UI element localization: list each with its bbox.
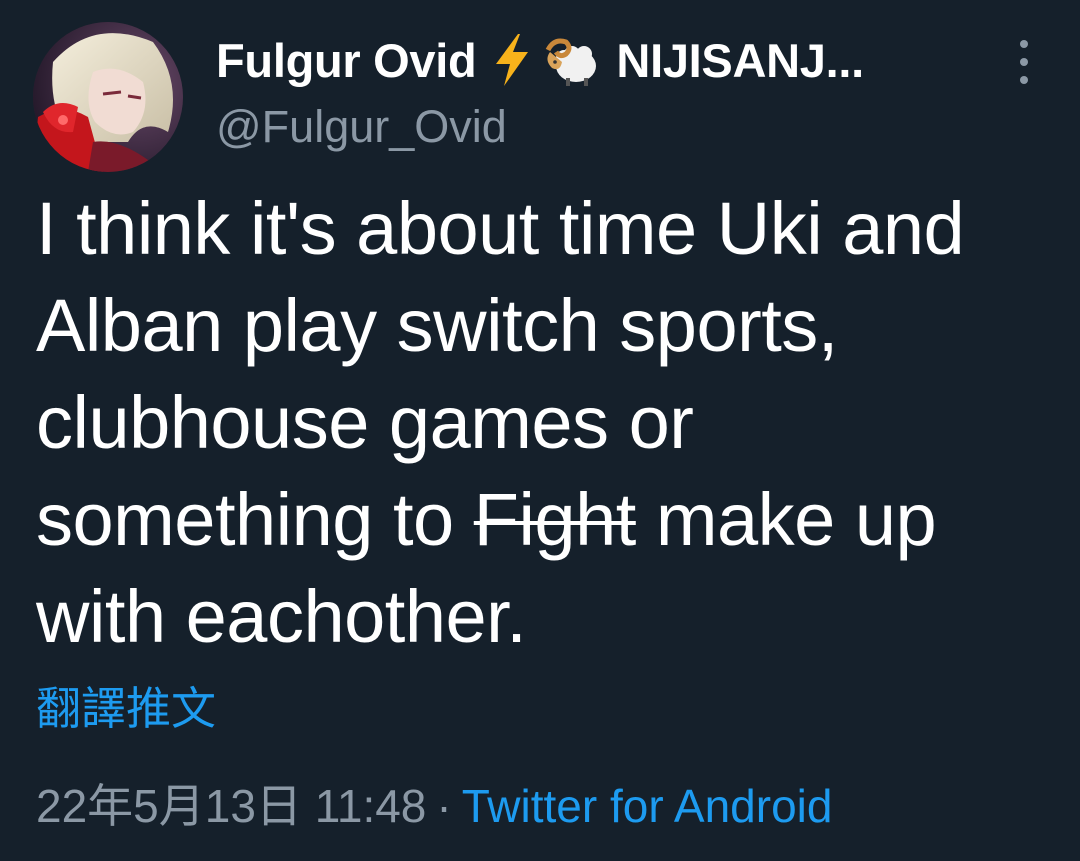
separator: · — [436, 780, 452, 832]
avatar[interactable] — [33, 22, 183, 172]
lightning-emoji-icon — [490, 32, 534, 88]
source-link[interactable]: Twitter for Android — [462, 780, 833, 832]
tweet-text-line: clubhouse games or — [36, 381, 694, 464]
ram-emoji-icon — [542, 32, 600, 88]
user-handle[interactable]: @Fulgur_Ovid — [216, 101, 507, 153]
display-name-suffix[interactable]: NIJISANJ... — [616, 33, 864, 88]
display-name[interactable]: Fulgur Ovid — [216, 33, 477, 88]
tweet-text-segment: something to — [36, 478, 474, 561]
tweet-text-line: with eachother. — [36, 575, 527, 658]
tweet-metadata: 22年5月13日 11:48 · Twitter for Android — [36, 770, 832, 836]
more-options-icon[interactable] — [1004, 40, 1044, 84]
display-name-row[interactable]: Fulgur Ovid NIJISANJ... — [216, 28, 864, 92]
tweet-text-segment: make up — [635, 478, 937, 561]
translate-tweet-link[interactable]: 翻譯推文 — [36, 672, 216, 737]
tweet-text: I think it's about time Uki and Alban pl… — [36, 180, 1046, 665]
avatar-image — [33, 22, 183, 172]
tweet-text-line: something to Fight make up — [36, 471, 1046, 568]
tweet-text-line: I think it's about time Uki and — [36, 187, 965, 270]
timestamp[interactable]: 22年5月13日 11:48 — [36, 780, 426, 832]
tweet: Fulgur Ovid NIJISANJ... @Fulgur_Ovid I t… — [0, 0, 1080, 861]
tweet-text-line: Alban play switch sports, — [36, 284, 838, 367]
strikethrough-word: Fight — [473, 478, 637, 561]
